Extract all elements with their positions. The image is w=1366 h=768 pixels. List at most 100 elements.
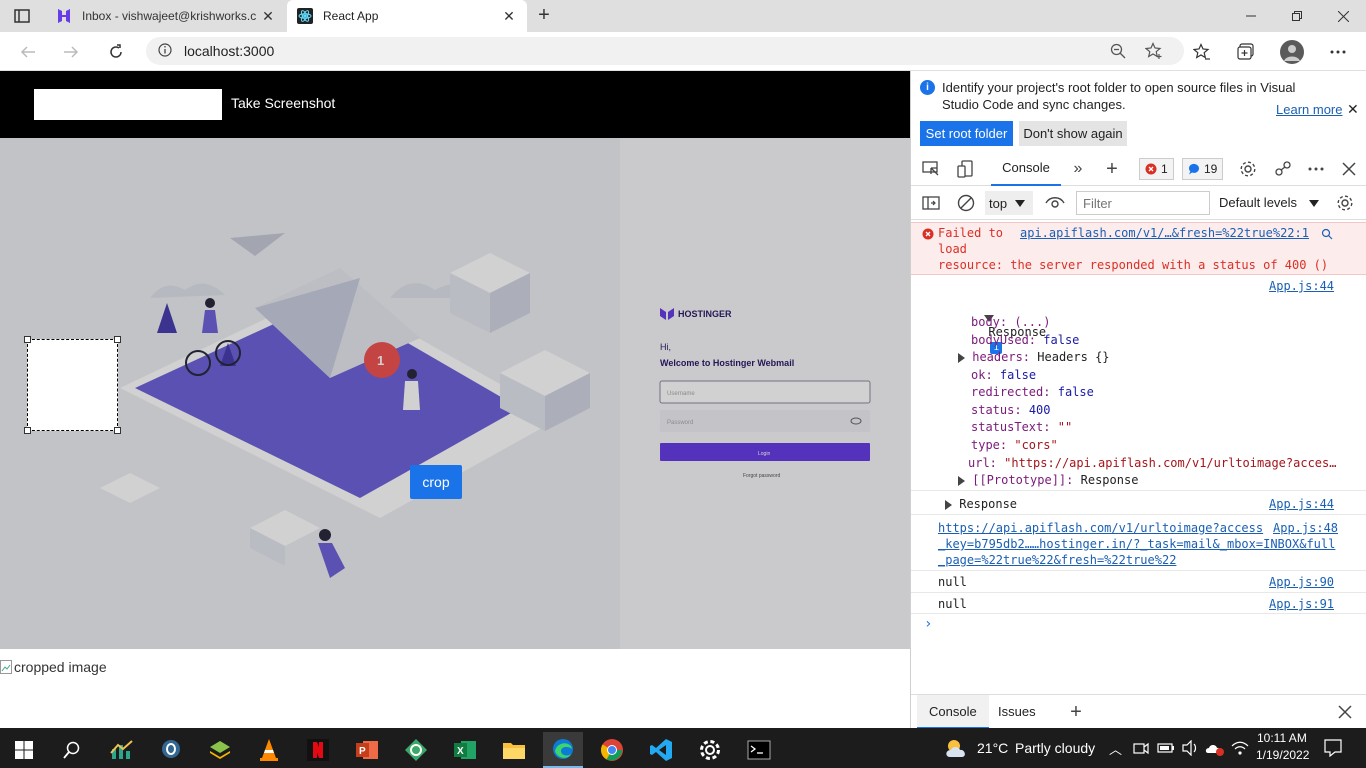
forward-icon[interactable] [57, 38, 85, 66]
layers-app-icon[interactable] [200, 732, 240, 768]
inspect-element-icon[interactable] [920, 158, 942, 180]
url-input[interactable] [34, 89, 222, 120]
source-link[interactable]: App.js:44 [1269, 497, 1334, 511]
source-link[interactable]: App.js:91 [1269, 597, 1334, 611]
notifications-icon[interactable] [1324, 739, 1342, 760]
set-root-folder-button[interactable]: Set root folder [920, 121, 1013, 146]
add-tab-icon[interactable]: + [1101, 158, 1123, 180]
take-screenshot-button[interactable]: Take Screenshot [231, 95, 335, 111]
add-favorite-icon[interactable] [1144, 41, 1164, 61]
netflix-icon[interactable] [298, 732, 338, 768]
devtools-more-icon[interactable] [1305, 158, 1327, 180]
console-prompt[interactable]: › [924, 616, 932, 632]
tab-react-app[interactable]: React App ✕ [287, 0, 527, 32]
new-tab-icon[interactable]: + [532, 4, 556, 28]
expand-triangle-icon[interactable] [958, 352, 965, 363]
search-icon[interactable] [1321, 228, 1333, 240]
refresh-icon[interactable] [102, 38, 130, 66]
tab-actions-icon[interactable] [10, 6, 34, 26]
gitkraken-icon[interactable] [396, 732, 436, 768]
onedrive-error-icon[interactable] [1205, 740, 1225, 759]
wifi-icon[interactable] [1231, 740, 1249, 759]
profile-avatar-icon[interactable] [1278, 38, 1306, 66]
collapsed-response[interactable]: Response [945, 497, 1017, 511]
network-conditions-icon[interactable] [1272, 158, 1294, 180]
close-devtools-icon[interactable] [1338, 158, 1360, 180]
terminal-icon[interactable] [739, 732, 779, 768]
live-expression-eye-icon[interactable] [1044, 192, 1066, 214]
tab-inbox[interactable]: Inbox - vishwajeet@krishworks.c ✕ [46, 0, 286, 32]
source-link[interactable]: App.js:44 [1269, 279, 1334, 293]
api-url-link[interactable]: _page=%22true%22&fresh=%22true%22 [938, 553, 1176, 567]
powerpoint-icon[interactable]: P [347, 732, 387, 768]
source-link[interactable]: App.js:90 [1269, 575, 1334, 589]
filter-input[interactable] [1076, 191, 1210, 215]
start-windows-icon[interactable] [4, 732, 44, 768]
chrome-icon[interactable] [592, 732, 632, 768]
weather-temperature[interactable]: 21°C [977, 740, 1008, 756]
info-icon: i [920, 80, 935, 95]
meet-now-icon[interactable] [1133, 741, 1149, 758]
more-options-icon[interactable] [1324, 38, 1352, 66]
close-infobar-icon[interactable]: ✕ [1347, 101, 1359, 118]
file-explorer-icon[interactable] [494, 732, 534, 768]
show-sidebar-icon[interactable] [920, 192, 942, 214]
error-link[interactable]: api.apiflash.com/v1/…&fresh=%22true%22:1 [1020, 226, 1309, 240]
volume-icon[interactable] [1181, 739, 1199, 759]
learn-more-link[interactable]: Learn more [1276, 102, 1342, 117]
clock-time[interactable]: 10:11 AM [1257, 731, 1307, 745]
settings-gear-icon[interactable] [1237, 158, 1259, 180]
api-url-link[interactable]: _key=b795db2……hostinger.in/?_task=mail&_… [938, 537, 1335, 551]
zoom-icon[interactable] [1108, 41, 1128, 61]
message-count-badge[interactable]: 19 [1182, 158, 1224, 180]
crop-selection[interactable] [24, 336, 121, 434]
crop-handle[interactable] [24, 336, 31, 343]
console-settings-icon[interactable] [1334, 192, 1356, 214]
context-select[interactable]: top [985, 191, 1033, 215]
edge-browser-icon[interactable] [543, 732, 583, 768]
weather-text[interactable]: Partly cloudy [1015, 740, 1095, 756]
settings-gear-icon[interactable] [690, 732, 730, 768]
back-icon[interactable] [14, 38, 42, 66]
close-tab-icon[interactable]: ✕ [260, 8, 276, 25]
collections-icon[interactable] [1232, 38, 1260, 66]
expand-triangle-icon[interactable] [945, 499, 952, 510]
site-info-icon[interactable] [158, 42, 172, 60]
minimize-icon[interactable] [1228, 0, 1274, 32]
drawer-tab-console[interactable]: Console [917, 695, 989, 729]
close-window-icon[interactable] [1320, 0, 1366, 32]
expand-triangle-icon[interactable] [958, 475, 965, 486]
crop-button[interactable]: crop [410, 465, 462, 499]
api-url-link[interactable]: https://api.apiflash.com/v1/urltoimage?a… [938, 521, 1263, 535]
tab-console[interactable]: Console [991, 150, 1061, 186]
source-link[interactable]: App.js:48 [1269, 521, 1339, 535]
add-drawer-tab-icon[interactable]: + [1065, 701, 1087, 723]
clock-date[interactable]: 1/19/2022 [1256, 748, 1309, 762]
address-bar[interactable]: localhost:3000 [146, 37, 1184, 65]
device-emulation-icon[interactable] [955, 158, 977, 180]
drawer-tab-issues[interactable]: Issues [986, 695, 1048, 729]
screenshot-preview[interactable]: HOSTINGER Hi, Welcome to Hostinger Webma… [0, 138, 910, 649]
error-count-badge[interactable]: 1 [1139, 158, 1174, 180]
close-drawer-icon[interactable] [1334, 701, 1356, 723]
crop-handle[interactable] [24, 427, 31, 434]
show-hidden-icons-icon[interactable]: ︿ [1109, 739, 1122, 758]
postgresql-icon[interactable] [151, 732, 191, 768]
battery-icon[interactable] [1157, 741, 1175, 758]
console-output[interactable]: Failed to api.apiflash.com/v1/…&fresh=%2… [911, 220, 1366, 698]
crop-handle[interactable] [114, 427, 121, 434]
vscode-icon[interactable] [641, 732, 681, 768]
search-icon[interactable] [52, 732, 92, 768]
vlc-icon[interactable] [249, 732, 289, 768]
clear-console-icon[interactable] [955, 192, 977, 214]
stock-app-icon[interactable] [102, 732, 142, 768]
crop-handle[interactable] [114, 336, 121, 343]
more-tabs-icon[interactable]: » [1067, 158, 1089, 180]
restore-icon[interactable] [1274, 0, 1320, 32]
log-levels-select[interactable]: Default levels [1219, 195, 1319, 210]
weather-partly-cloudy-icon[interactable] [944, 737, 970, 762]
dont-show-again-button[interactable]: Don't show again [1019, 121, 1127, 146]
favorites-icon[interactable] [1188, 38, 1216, 66]
excel-icon[interactable]: X [445, 732, 485, 768]
close-tab-icon[interactable]: ✕ [501, 8, 517, 25]
